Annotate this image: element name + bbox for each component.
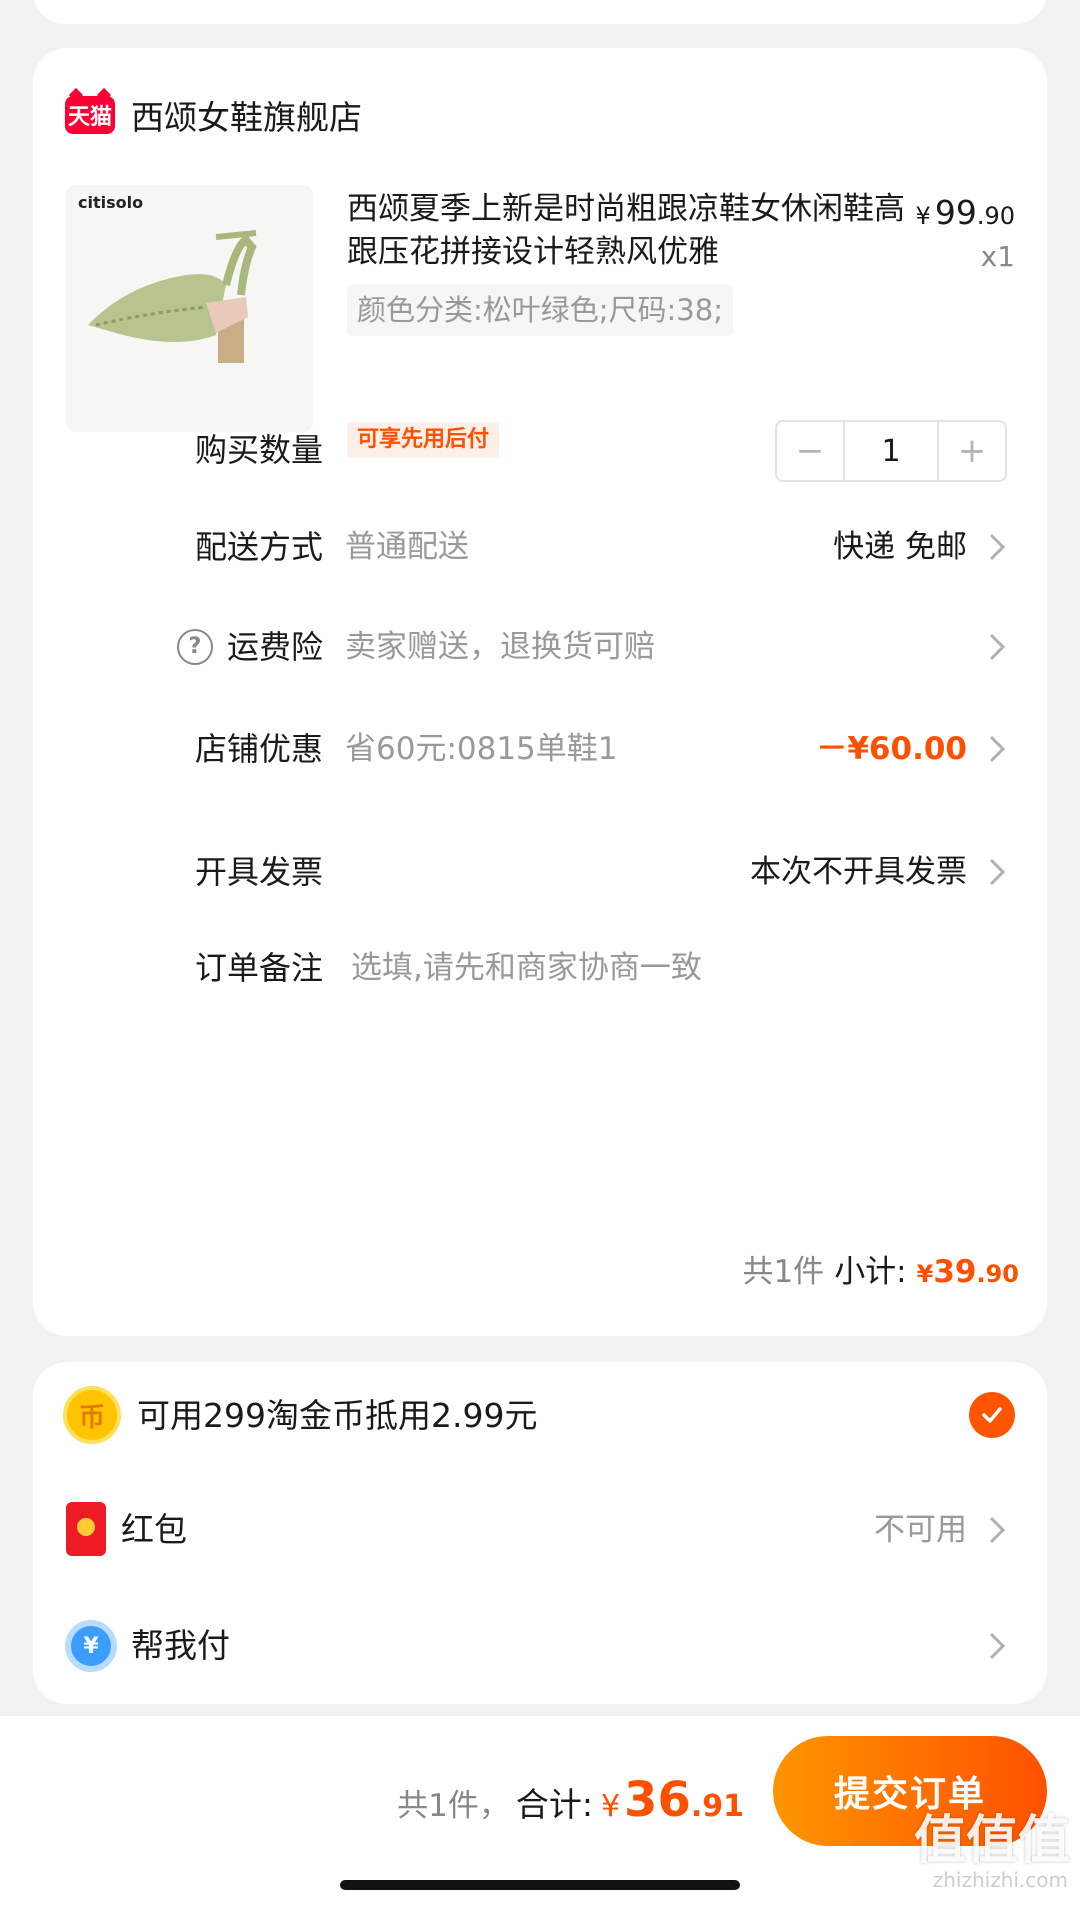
chevron-right-icon	[989, 633, 1006, 661]
coin-icon: 币	[63, 1386, 121, 1444]
total-dec: .91	[690, 1789, 744, 1824]
chevron-right-icon	[989, 858, 1006, 886]
delivery-value: 快递 免邮	[833, 529, 967, 565]
subtotal-count: 共1件	[742, 1254, 825, 1290]
shipping-insurance-row[interactable]: ? 运费险 卖家赠送，退换货可赔	[33, 617, 1047, 677]
coins-row[interactable]: 币 可用299淘金币抵用2.99元	[33, 1384, 1047, 1448]
sandal-illustration	[88, 230, 257, 363]
order-card: 天猫 西颂女鞋旗舰店 citisolo 西颂夏季上新是时尚粗跟凉鞋女休闲鞋高跟压…	[33, 48, 1047, 1336]
subtotal-dec: .90	[976, 1260, 1019, 1288]
help-pay-icon: ¥	[65, 1620, 117, 1672]
product-price-dec: .90	[976, 202, 1015, 230]
product-title[interactable]: 西颂夏季上新是时尚粗跟凉鞋女休闲鞋高跟压花拼接设计轻熟风优雅	[347, 188, 907, 274]
total-label: 合计:	[515, 1785, 593, 1824]
order-note-label: 订单备注	[194, 949, 323, 987]
invoice-row[interactable]: 开具发票 本次不开具发票	[33, 842, 1047, 902]
home-indicator[interactable]	[340, 1880, 740, 1890]
subtotal-yen: ¥	[916, 1260, 934, 1288]
quantity-label: 购买数量	[194, 431, 323, 469]
quantity-row: 购买数量 − 1 +	[33, 420, 1047, 482]
total-int: 36	[624, 1772, 691, 1828]
product-price-int: 99	[934, 193, 977, 232]
red-packet-label: 红包	[121, 1510, 187, 1549]
previous-card	[33, 0, 1047, 24]
delivery-row[interactable]: 配送方式 普通配送 快递 免邮	[33, 517, 1047, 577]
help-icon[interactable]: ?	[176, 629, 213, 665]
red-packet-icon	[66, 1502, 106, 1556]
total-count: 共1件，	[397, 1788, 510, 1824]
check-icon[interactable]	[969, 1392, 1015, 1438]
order-total: 共1件， 合计: ¥ 36 .91	[397, 1772, 744, 1828]
checkout-bar: 共1件， 合计: ¥ 36 .91 提交订单 值值值 zhizhizhi.com	[0, 1716, 1080, 1907]
coins-label: 可用299淘金币抵用2.99元	[137, 1396, 538, 1435]
subtotal-amount: ¥39.90	[917, 1254, 1019, 1290]
tmall-logo: 天猫	[65, 96, 115, 134]
invoice-label: 开具发票	[194, 853, 323, 891]
invoice-value: 本次不开具发票	[750, 854, 967, 890]
store-header[interactable]: 天猫 西颂女鞋旗舰店	[65, 90, 362, 140]
store-discount-label: 店铺优惠	[194, 730, 323, 768]
quantity-plus-button[interactable]: +	[939, 422, 1005, 480]
delivery-label: 配送方式	[194, 528, 323, 566]
red-packet-value: 不可用	[874, 1512, 967, 1548]
subtotal: 共1件 小计: ¥39.90	[742, 1246, 1019, 1291]
product-image-brand: citisolo	[78, 193, 144, 212]
quantity-stepper: − 1 +	[775, 420, 1007, 482]
product-price-symbol: ¥	[915, 202, 931, 230]
delivery-type: 普通配送	[345, 529, 469, 565]
shipping-insurance-desc: 卖家赠送，退换货可赔	[345, 629, 655, 665]
chevron-right-icon	[989, 1632, 1006, 1660]
help-pay-row[interactable]: ¥ 帮我付	[33, 1614, 1047, 1678]
store-discount-desc: 省60元:0815单鞋1	[345, 731, 618, 767]
shipping-insurance-label: 运费险	[226, 628, 323, 666]
total-yen: ¥	[600, 1789, 621, 1824]
shipping-insurance-label-group: ? 运费险	[176, 617, 323, 677]
product-quantity: x1	[980, 240, 1015, 273]
order-note-input[interactable]: 选填,请先和商家协商一致	[351, 938, 702, 998]
product-image[interactable]: citisolo	[66, 185, 313, 432]
product-sku[interactable]: 颜色分类:松叶绿色;尺码:38;	[347, 284, 733, 336]
quantity-input[interactable]: 1	[843, 422, 939, 480]
help-pay-label: 帮我付	[131, 1626, 230, 1665]
product-price: ¥99.90	[916, 193, 1015, 232]
watermark: 值值值	[913, 1811, 1070, 1871]
quantity-minus-button[interactable]: −	[777, 422, 843, 480]
store-discount-amount: －¥60.00	[816, 731, 967, 767]
red-packet-row[interactable]: 红包 不可用	[33, 1498, 1047, 1562]
order-note-row: 订单备注 选填,请先和商家协商一致	[33, 938, 1047, 998]
subtotal-int: 39	[933, 1254, 977, 1290]
chevron-right-icon	[989, 533, 1006, 561]
chevron-right-icon	[989, 735, 1006, 763]
subtotal-label: 小计:	[834, 1254, 907, 1290]
watermark-sub: zhizhizhi.com	[932, 1868, 1068, 1892]
chevron-right-icon	[989, 1516, 1006, 1544]
payment-options-card: 币 可用299淘金币抵用2.99元 红包 不可用 ¥ 帮我付	[33, 1362, 1047, 1704]
store-name[interactable]: 西颂女鞋旗舰店	[131, 91, 362, 139]
tmall-logo-text: 天猫	[67, 105, 112, 130]
store-discount-row[interactable]: 店铺优惠 省60元:0815单鞋1 －¥60.00	[33, 719, 1047, 779]
